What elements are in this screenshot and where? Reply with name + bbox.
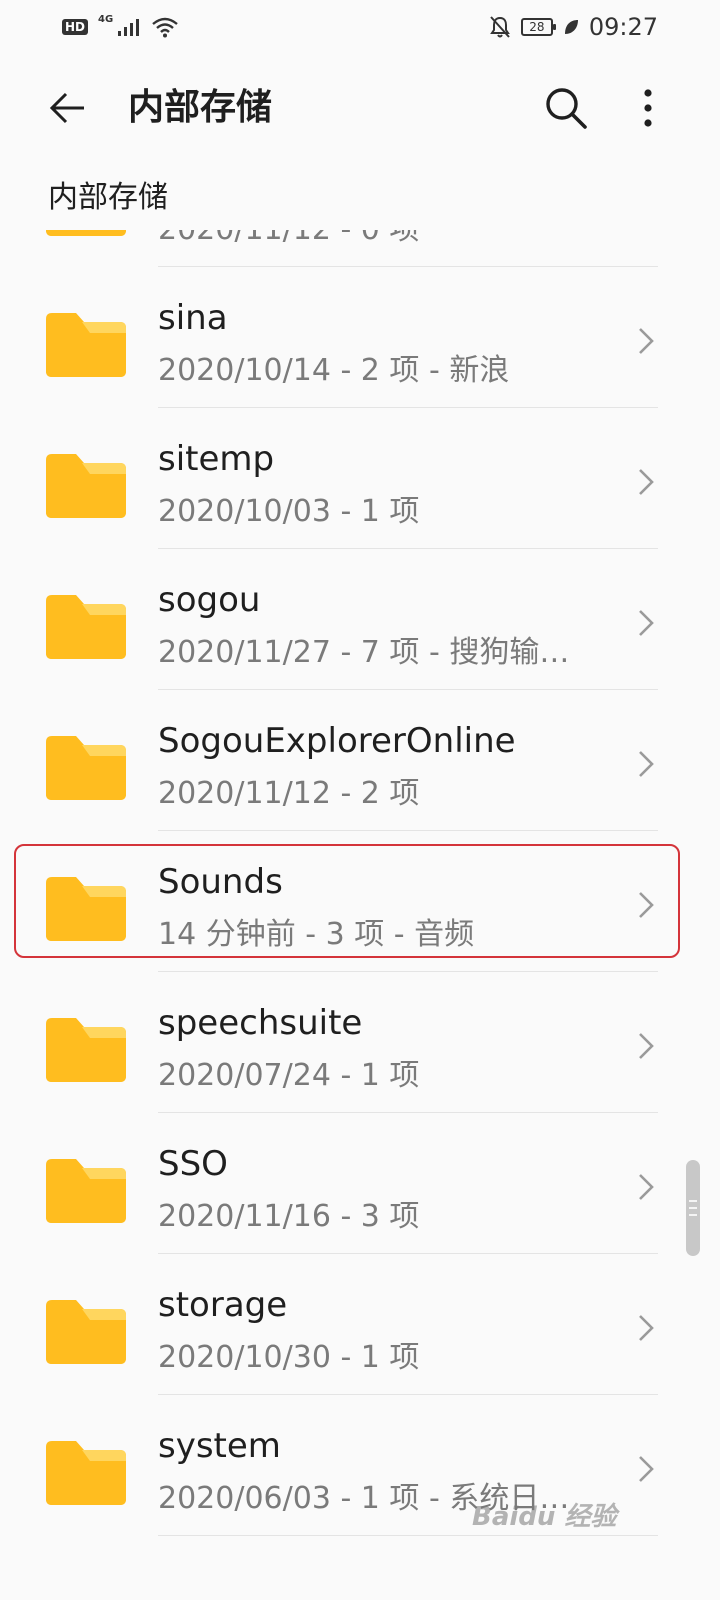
divider <box>158 1535 658 1536</box>
scroll-grip-line <box>689 1200 697 1202</box>
folder-row-sogouexploreronline[interactable]: SogouExplorerOnline 2020/11/12 - 2 项 <box>0 690 720 831</box>
folder-row-sogou[interactable]: sogou 2020/11/27 - 7 项 - 搜狗输… <box>0 549 720 690</box>
chevron-right-icon <box>639 1033 654 1059</box>
folder-row-sso[interactable]: SSO 2020/11/16 - 3 项 <box>0 1113 720 1254</box>
watermark: Baidu 经验 <box>472 1502 617 1532</box>
file-meta: 2020/10/14 - 2 项 - 新浪 <box>158 353 510 388</box>
more-options-button[interactable] <box>626 80 670 136</box>
chevron-right-icon <box>639 751 654 777</box>
scroll-grip-line <box>689 1207 697 1209</box>
folder-row-sounds[interactable]: Sounds 14 分钟前 - 3 项 - 音频 <box>0 831 720 972</box>
folder-icon <box>46 1159 126 1223</box>
file-name: sitemp <box>158 439 275 479</box>
file-name: SogouExplorerOnline <box>158 721 516 761</box>
search-button[interactable] <box>538 80 594 136</box>
file-meta: 2020/10/03 - 1 项 <box>158 494 420 529</box>
folder-row-speechsuite[interactable]: speechsuite 2020/07/24 - 1 项 <box>0 972 720 1113</box>
notifications-off-icon <box>489 16 510 38</box>
file-name: SSO <box>158 1144 228 1184</box>
file-list: shuqi 2020/11/12 - 0 项 sina 2020/10/14 -… <box>0 230 720 1536</box>
arrow-back-icon <box>49 92 84 124</box>
chevron-right-icon <box>639 610 654 636</box>
file-name: sina <box>158 298 228 338</box>
file-name: storage <box>158 1285 288 1325</box>
more-vert-icon <box>644 89 652 127</box>
chevron-right-icon <box>639 469 654 495</box>
scrollbar-thumb[interactable] <box>686 1160 700 1256</box>
file-meta: 2020/11/16 - 3 项 <box>158 1199 420 1234</box>
folder-icon <box>46 1300 126 1364</box>
status-left: HD 4G <box>62 13 179 38</box>
folder-row-sina[interactable]: sina 2020/10/14 - 2 项 - 新浪 <box>0 267 720 408</box>
signal-icon <box>118 19 140 36</box>
chevron-right-icon <box>639 1456 654 1482</box>
back-button[interactable] <box>42 82 94 134</box>
page-title: 内部存储 <box>128 87 273 128</box>
leaf-icon <box>564 20 578 34</box>
file-list-viewport: shuqi 2020/11/12 - 0 项 sina 2020/10/14 -… <box>0 230 720 1600</box>
file-name: sogou <box>158 580 261 620</box>
wifi-icon <box>152 17 178 38</box>
battery-indicator: 28 <box>520 18 556 36</box>
folder-icon <box>46 595 126 659</box>
file-meta: 2020/11/12 - 2 项 <box>158 776 420 811</box>
file-meta: 2020/07/24 - 1 项 <box>158 1058 420 1093</box>
app-bar: 内部存储 <box>0 64 720 154</box>
clock: 09:27 <box>588 13 658 41</box>
network-type: 4G <box>98 13 114 25</box>
file-name: system <box>158 1426 281 1466</box>
folder-icon <box>46 1441 126 1505</box>
folder-row-storage[interactable]: storage 2020/10/30 - 1 项 <box>0 1254 720 1395</box>
chevron-right-icon <box>639 328 654 354</box>
file-meta: 2020/10/30 - 1 项 <box>158 1340 420 1375</box>
chevron-right-icon <box>639 1174 654 1200</box>
file-name: speechsuite <box>158 1003 363 1043</box>
folder-icon <box>46 1018 126 1082</box>
search-icon <box>546 88 587 129</box>
highlight-box <box>14 844 680 958</box>
hd-badge: HD <box>62 19 89 35</box>
folder-icon <box>46 454 126 518</box>
folder-icon <box>46 736 126 800</box>
status-right: 28 09:27 <box>489 13 658 41</box>
chevron-right-icon <box>639 1315 654 1341</box>
breadcrumb[interactable]: 内部存储 <box>48 178 168 218</box>
folder-icon <box>46 230 126 236</box>
folder-row-sitemp[interactable]: sitemp 2020/10/03 - 1 项 <box>0 408 720 549</box>
status-bar: HD 4G 28 09:27 <box>0 0 720 54</box>
file-meta: 2020/11/27 - 7 项 - 搜狗输… <box>158 635 570 670</box>
scroll-grip-line <box>689 1214 697 1216</box>
folder-row-shuqi[interactable]: shuqi 2020/11/12 - 0 项 <box>0 230 720 267</box>
folder-icon <box>46 313 126 377</box>
file-meta: 2020/11/12 - 0 项 <box>158 230 419 250</box>
